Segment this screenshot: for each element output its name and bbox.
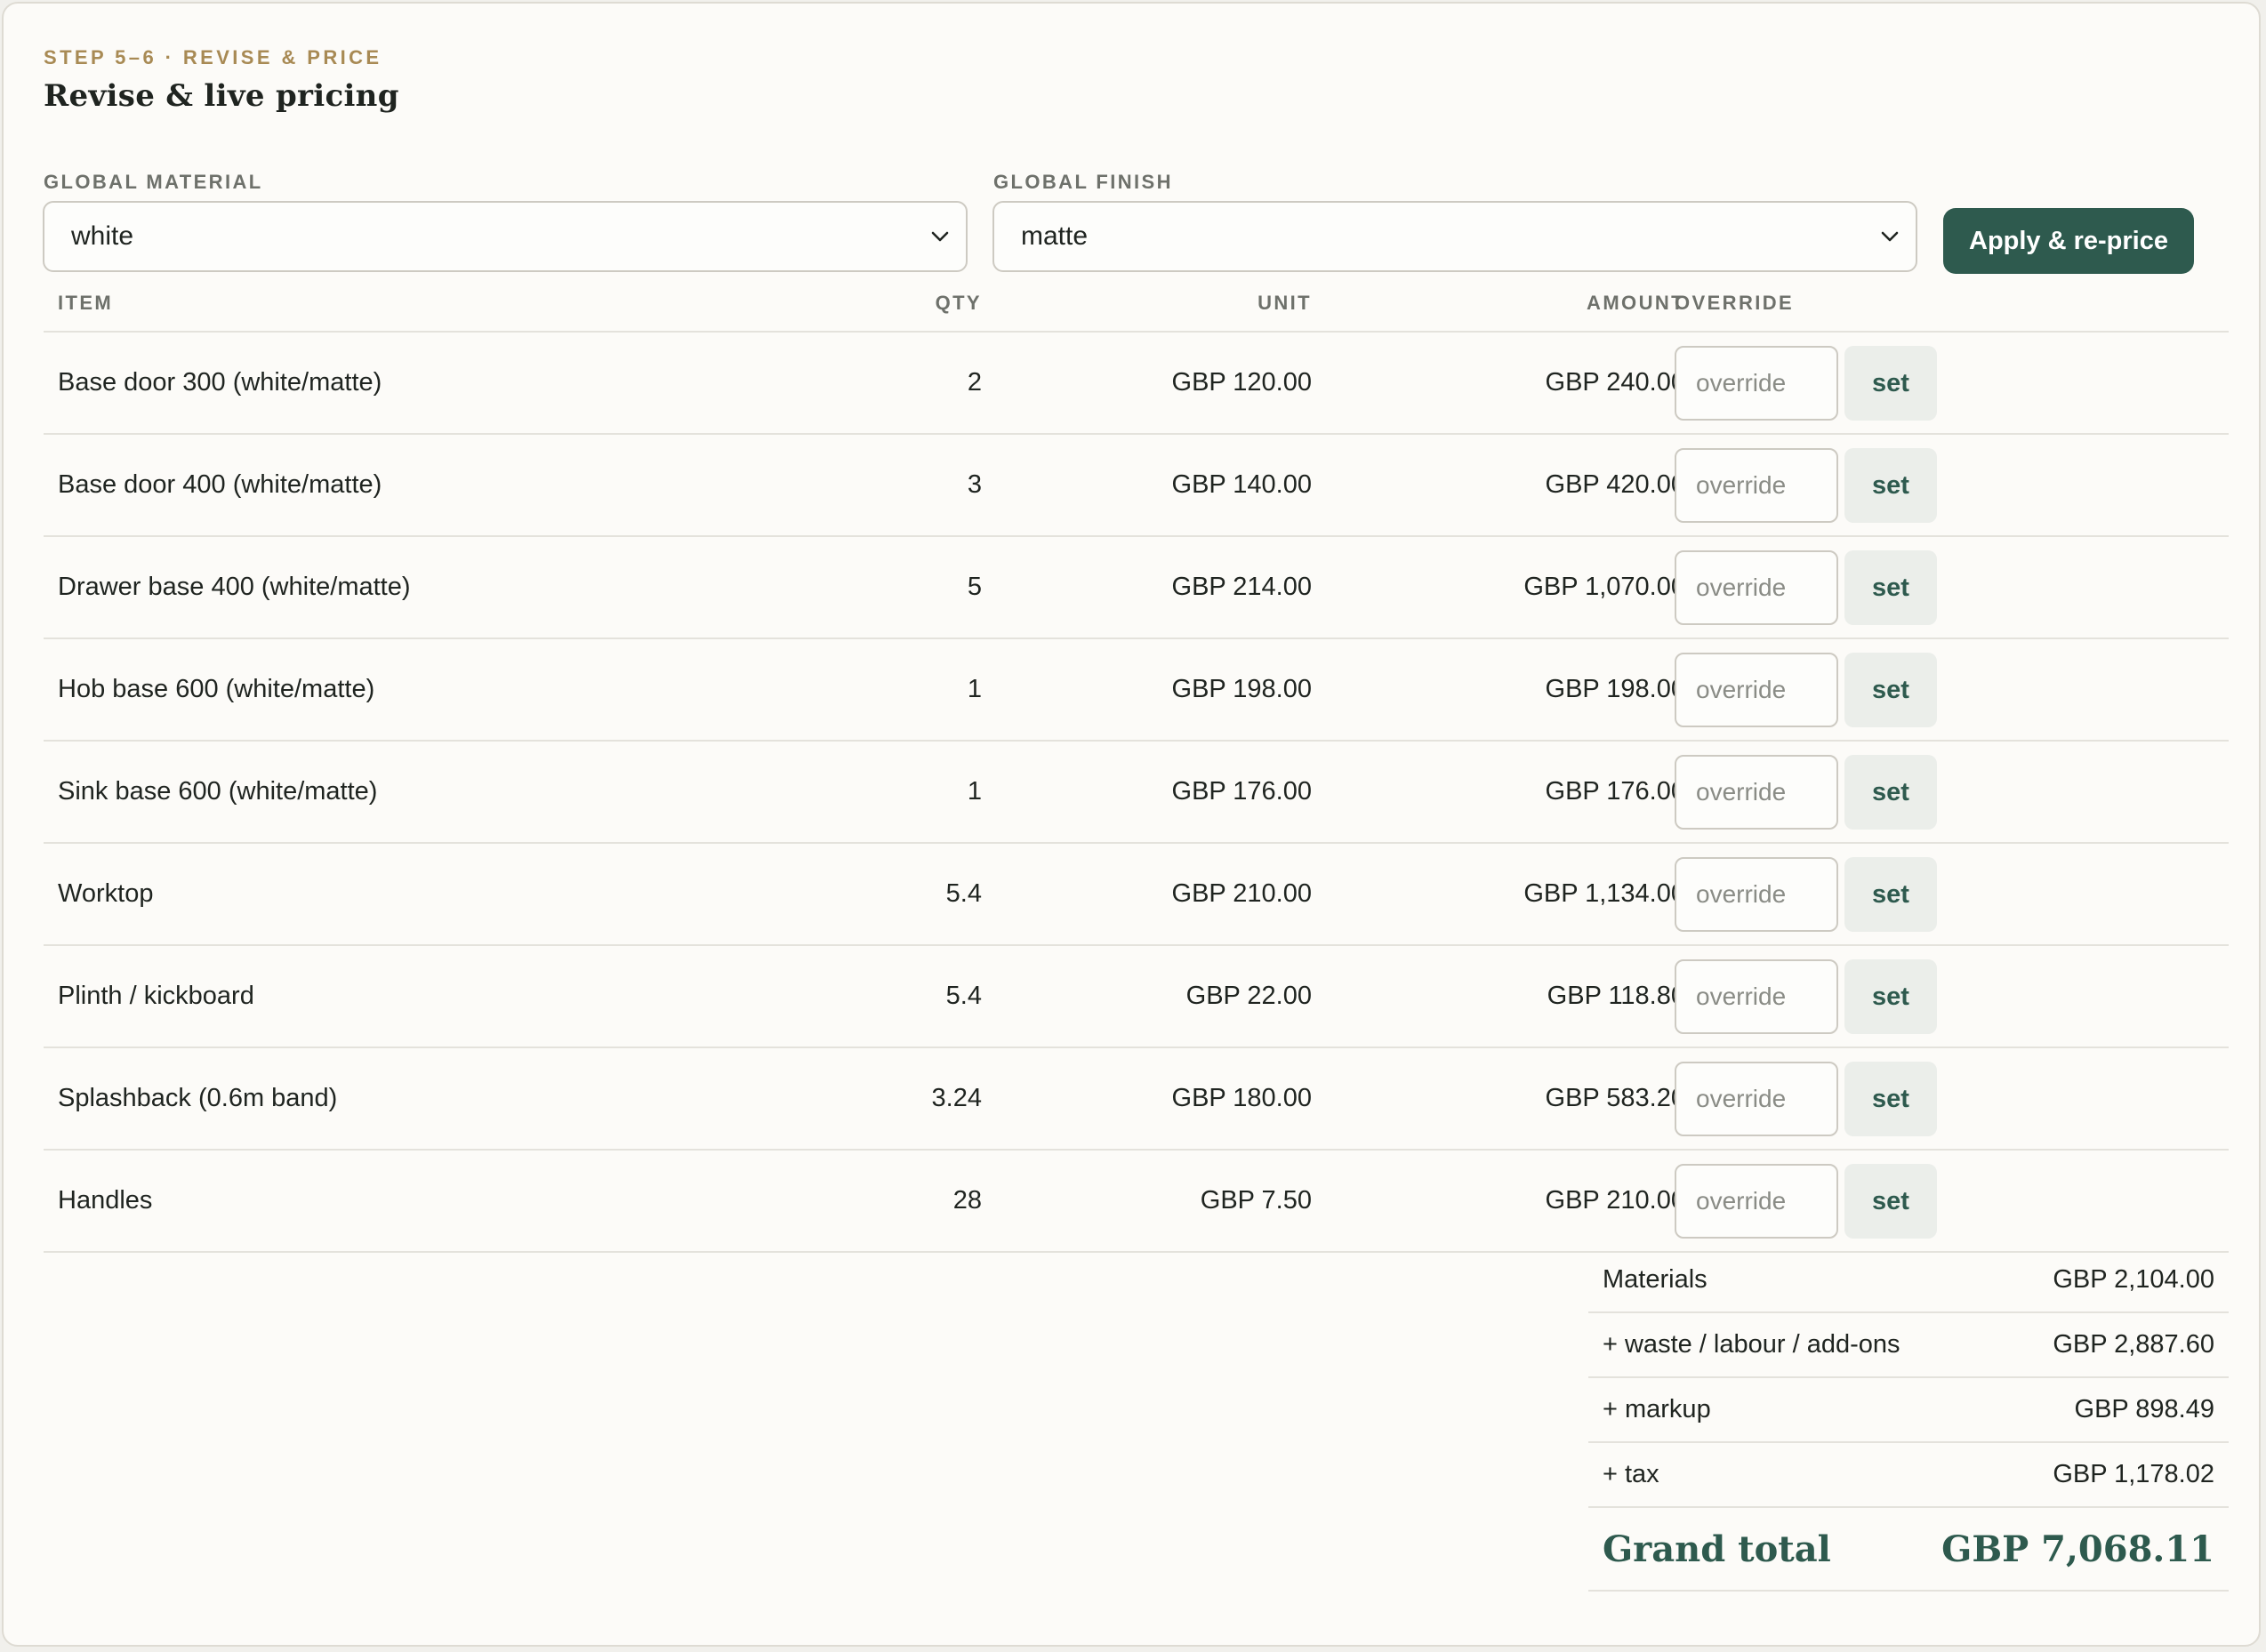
item-qty: 1 [967,675,982,703]
page-title: Revise & live pricing [44,78,399,114]
table-header: ITEM QTY UNIT AMOUNT OVERRIDE [44,286,2229,333]
material-select-value: white [71,221,134,251]
override-input[interactable]: override [1675,653,1838,727]
table-row: Handles 28 GBP 7.50 GBP 210.00 override … [44,1151,2229,1253]
item-name: Handles [58,1186,153,1215]
column-header-item: ITEM [58,292,114,314]
item-amount: GBP 420.00 [1545,470,1685,499]
item-unit-price: GBP 22.00 [1185,982,1312,1010]
item-unit-price: GBP 198.00 [1171,675,1312,703]
summary-label: Materials [1603,1265,1708,1294]
table-row: Hob base 600 (white/matte) 1 GBP 198.00 … [44,639,2229,742]
override-input[interactable]: override [1675,1062,1838,1136]
table-row: Plinth / kickboard 5.4 GBP 22.00 GBP 118… [44,946,2229,1048]
finish-label: GLOBAL FINISH [993,171,1173,193]
item-name: Drawer base 400 (white/matte) [58,573,411,601]
override-input[interactable]: override [1675,959,1838,1034]
set-button[interactable]: set [1844,755,1937,830]
table-row: Base door 300 (white/matte) 2 GBP 120.00… [44,333,2229,435]
set-button[interactable]: set [1844,550,1937,625]
item-unit-price: GBP 7.50 [1200,1186,1312,1215]
item-qty: 1 [967,777,982,806]
step-label: STEP 5–6 · REVISE & PRICE [44,46,382,68]
item-name: Sink base 600 (white/matte) [58,777,378,806]
grand-total-value: GBP 7,068.11 [1941,1528,2214,1570]
finish-select-value: matte [1021,221,1089,251]
item-qty: 5 [967,573,982,601]
summary-label: + tax [1603,1460,1659,1488]
set-button[interactable]: set [1844,448,1937,523]
summary-waste-labour: + waste / labour / add-ons GBP 2,887.60 [1588,1313,2229,1378]
item-unit-price: GBP 214.00 [1171,573,1312,601]
override-input[interactable]: override [1675,550,1838,625]
item-unit-price: GBP 120.00 [1171,368,1312,397]
item-amount: GBP 198.00 [1545,675,1685,703]
summary-label: + markup [1603,1395,1711,1423]
summary-value: GBP 2,104.00 [2053,1265,2214,1294]
item-name: Worktop [58,879,154,908]
set-button[interactable]: set [1844,1164,1937,1239]
override-input[interactable]: override [1675,346,1838,421]
set-button[interactable]: set [1844,653,1937,727]
item-amount: GBP 240.00 [1545,368,1685,397]
override-input[interactable]: override [1675,448,1838,523]
item-qty: 5.4 [945,982,982,1010]
material-select[interactable]: white [43,201,968,272]
set-button[interactable]: set [1844,1062,1937,1136]
column-header-override: OVERRIDE [1675,292,1795,314]
override-input[interactable]: override [1675,857,1838,932]
summary-label: + waste / labour / add-ons [1603,1330,1900,1359]
table-row: Worktop 5.4 GBP 210.00 GBP 1,134.00 over… [44,844,2229,946]
grand-total-label: Grand total [1603,1528,1831,1570]
override-input[interactable]: override [1675,1164,1838,1239]
item-amount: GBP 583.20 [1545,1084,1685,1112]
column-header-amount: AMOUNT [1587,292,1685,314]
item-unit-price: GBP 176.00 [1171,777,1312,806]
item-name: Hob base 600 (white/matte) [58,675,375,703]
summary-value: GBP 1,178.02 [2053,1460,2214,1488]
finish-select[interactable]: matte [992,201,1917,272]
override-input[interactable]: override [1675,755,1838,830]
item-name: Splashback (0.6m band) [58,1084,338,1112]
material-label: GLOBAL MATERIAL [44,171,263,193]
column-header-unit: UNIT [1258,292,1312,314]
item-qty: 5.4 [945,879,982,908]
set-button[interactable]: set [1844,959,1937,1034]
item-amount: GBP 176.00 [1545,777,1685,806]
column-header-qty: QTY [935,292,982,314]
grand-total: Grand total GBP 7,068.11 [1588,1508,2229,1592]
table-row: Drawer base 400 (white/matte) 5 GBP 214.… [44,537,2229,639]
chevron-down-icon [925,221,955,252]
item-unit-price: GBP 140.00 [1171,470,1312,499]
summary-value: GBP 2,887.60 [2053,1330,2214,1359]
item-name: Base door 300 (white/matte) [58,368,382,397]
item-name: Plinth / kickboard [58,982,254,1010]
summary-value: GBP 898.49 [2074,1395,2214,1423]
set-button[interactable]: set [1844,857,1937,932]
pricing-card: STEP 5–6 · REVISE & PRICE Revise & live … [2,2,2261,1647]
item-qty: 28 [952,1186,982,1215]
item-amount: GBP 1,070.00 [1523,573,1685,601]
summary-materials: Materials GBP 2,104.00 [1588,1248,2229,1313]
table-row: Splashback (0.6m band) 3.24 GBP 180.00 G… [44,1048,2229,1151]
item-name: Base door 400 (white/matte) [58,470,382,499]
price-summary: Materials GBP 2,104.00 + waste / labour … [1588,1248,2229,1592]
set-button[interactable]: set [1844,346,1937,421]
apply-reprice-button[interactable]: Apply & re-price [1943,208,2194,274]
item-qty: 3 [967,470,982,499]
item-amount: GBP 210.00 [1545,1186,1685,1215]
item-amount: GBP 118.80 [1547,982,1685,1010]
summary-markup: + markup GBP 898.49 [1588,1378,2229,1443]
item-unit-price: GBP 180.00 [1171,1084,1312,1112]
table-row: Base door 400 (white/matte) 3 GBP 140.00… [44,435,2229,537]
table-row: Sink base 600 (white/matte) 1 GBP 176.00… [44,742,2229,844]
chevron-down-icon [1875,221,1905,252]
summary-tax: + tax GBP 1,178.02 [1588,1443,2229,1508]
item-qty: 3.24 [931,1084,982,1112]
item-unit-price: GBP 210.00 [1171,879,1312,908]
item-qty: 2 [967,368,982,397]
items-table: Base door 300 (white/matte) 2 GBP 120.00… [44,333,2229,1253]
item-amount: GBP 1,134.00 [1523,879,1685,908]
